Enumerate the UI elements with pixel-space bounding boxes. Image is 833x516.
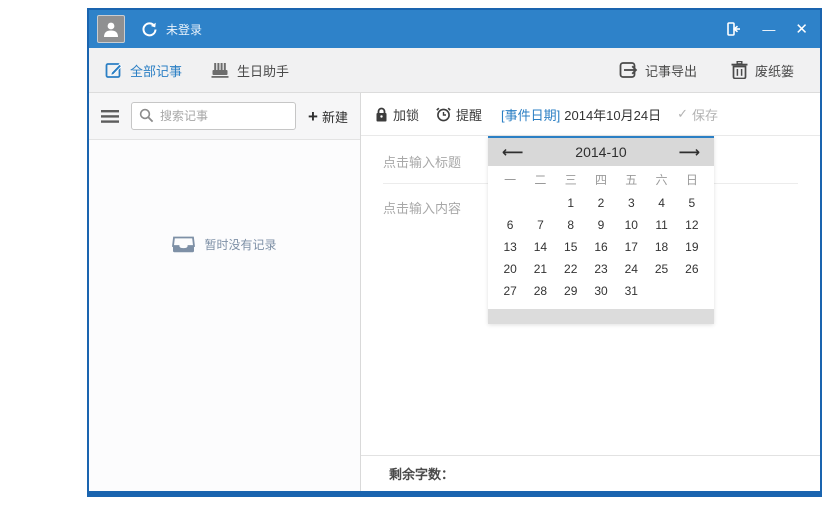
calendar-month: 2014-10 [575, 144, 626, 160]
lock-label: 加锁 [393, 105, 419, 124]
calendar-day[interactable]: 28 [525, 280, 555, 302]
calendar-day[interactable]: 20 [495, 258, 525, 280]
calendar-day[interactable]: 9 [586, 214, 616, 236]
empty-state: 暂时没有记录 [89, 236, 360, 253]
minimize-button[interactable]: — [762, 23, 775, 36]
calendar-day[interactable]: 16 [586, 236, 616, 258]
event-date-value[interactable]: 2014年10月24日 [564, 105, 661, 124]
calendar-day[interactable]: 14 [525, 236, 555, 258]
lock-icon [375, 107, 388, 122]
editor-header: 加锁 提醒 [事件日期] 2014年10月24日 ✓ [361, 93, 820, 136]
calendar-day[interactable]: 23 [586, 258, 616, 280]
remind-button[interactable]: 提醒 [436, 105, 482, 124]
calendar-weekday: 四 [586, 168, 616, 190]
calendar-day[interactable]: 3 [616, 192, 646, 214]
calendar-weekday: 一 [495, 168, 525, 190]
refresh-icon[interactable] [141, 21, 158, 38]
calendar-day[interactable]: 10 [616, 214, 646, 236]
trash-label: 废纸篓 [755, 61, 794, 80]
tab-birthday-helper-label: 生日助手 [237, 61, 289, 80]
calendar-day[interactable]: 27 [495, 280, 525, 302]
birthday-cake-icon [210, 61, 230, 79]
char-count-label: 剩余字数： [389, 464, 454, 483]
sidebar-topbar: + 新建 [89, 93, 360, 140]
plus-icon: + [308, 108, 318, 125]
inbox-icon [172, 236, 195, 253]
save-label: 保存 [692, 105, 718, 124]
calendar-day[interactable]: 8 [556, 214, 586, 236]
calendar-day-empty [646, 280, 676, 302]
export-notes-button[interactable]: 记事导出 [619, 61, 697, 80]
toolbar: 全部记事 生日助手 记事导出 [89, 48, 820, 93]
new-note-button[interactable]: + 新建 [308, 107, 348, 126]
calendar-weekday: 三 [556, 168, 586, 190]
edit-note-icon [105, 61, 123, 79]
calendar-day[interactable]: 21 [525, 258, 555, 280]
next-month-button[interactable]: ⟶ [678, 145, 700, 160]
tab-all-notes-label: 全部记事 [130, 61, 182, 80]
remind-label: 提醒 [456, 105, 482, 124]
note-list: 暂时没有记录 [89, 140, 360, 491]
calendar-footer-bar[interactable] [488, 309, 714, 324]
titlebar: 未登录 — ✕ [89, 10, 820, 48]
empty-state-label: 暂时没有记录 [204, 236, 276, 253]
trash-icon [731, 61, 748, 79]
calendar-day[interactable]: 12 [677, 214, 707, 236]
calendar-day[interactable]: 7 [525, 214, 555, 236]
calendar-header: ⟵ 2014-10 ⟶ [488, 138, 714, 166]
event-date-label[interactable]: [事件日期] [501, 105, 560, 124]
calendar-day[interactable]: 1 [556, 192, 586, 214]
tab-all-notes[interactable]: 全部记事 [105, 61, 182, 80]
calendar-day[interactable]: 24 [616, 258, 646, 280]
menu-icon[interactable] [101, 110, 119, 123]
search-input[interactable] [131, 102, 296, 130]
calendar-day[interactable]: 22 [556, 258, 586, 280]
calendar-day-empty [495, 192, 525, 214]
calendar-day[interactable]: 5 [677, 192, 707, 214]
calendar-day-empty [525, 192, 555, 214]
avatar[interactable] [97, 15, 125, 43]
calendar-day[interactable]: 15 [556, 236, 586, 258]
calendar-day[interactable]: 19 [677, 236, 707, 258]
calendar-day[interactable]: 30 [586, 280, 616, 302]
save-button[interactable]: ✓ 保存 [677, 105, 718, 124]
alarm-clock-icon [436, 107, 451, 122]
logout-icon[interactable] [727, 22, 742, 36]
close-button[interactable]: ✕ [795, 22, 808, 37]
calendar-weekday: 二 [525, 168, 555, 190]
export-icon [619, 61, 638, 79]
login-status[interactable]: 未登录 [166, 21, 202, 38]
calendar-day-empty [677, 280, 707, 302]
prev-month-button[interactable]: ⟵ [502, 145, 524, 160]
calendar-day[interactable]: 2 [586, 192, 616, 214]
export-notes-label: 记事导出 [645, 61, 697, 80]
calendar-days: 1234567891011121314151617181920212223242… [488, 190, 714, 302]
calendar-weekday: 五 [616, 168, 646, 190]
new-note-label: 新建 [322, 107, 348, 126]
calendar-day[interactable]: 13 [495, 236, 525, 258]
calendar-weekdays: 一二三四五六日 [488, 166, 714, 190]
calendar-weekday: 六 [646, 168, 676, 190]
check-icon: ✓ [677, 106, 688, 122]
search-icon [139, 108, 154, 123]
calendar-day[interactable]: 4 [646, 192, 676, 214]
search-box [131, 102, 296, 130]
tab-birthday-helper[interactable]: 生日助手 [210, 61, 289, 80]
calendar-day[interactable]: 29 [556, 280, 586, 302]
app-window: 未登录 — ✕ 全部记事 [87, 8, 822, 497]
calendar-day[interactable]: 25 [646, 258, 676, 280]
lock-button[interactable]: 加锁 [375, 105, 419, 124]
user-icon [102, 20, 120, 38]
calendar-day[interactable]: 11 [646, 214, 676, 236]
calendar-day[interactable]: 6 [495, 214, 525, 236]
calendar-day[interactable]: 17 [616, 236, 646, 258]
trash-button[interactable]: 废纸篓 [731, 61, 794, 80]
editor-footer: 剩余字数： [361, 455, 820, 491]
calendar-day[interactable]: 26 [677, 258, 707, 280]
date-picker-popup: ⟵ 2014-10 ⟶ 一二三四五六日 12345678910111213141… [488, 136, 714, 324]
calendar-day[interactable]: 31 [616, 280, 646, 302]
calendar-weekday: 日 [677, 168, 707, 190]
calendar-day[interactable]: 18 [646, 236, 676, 258]
sidebar: + 新建 暂时没有记录 [89, 93, 361, 491]
